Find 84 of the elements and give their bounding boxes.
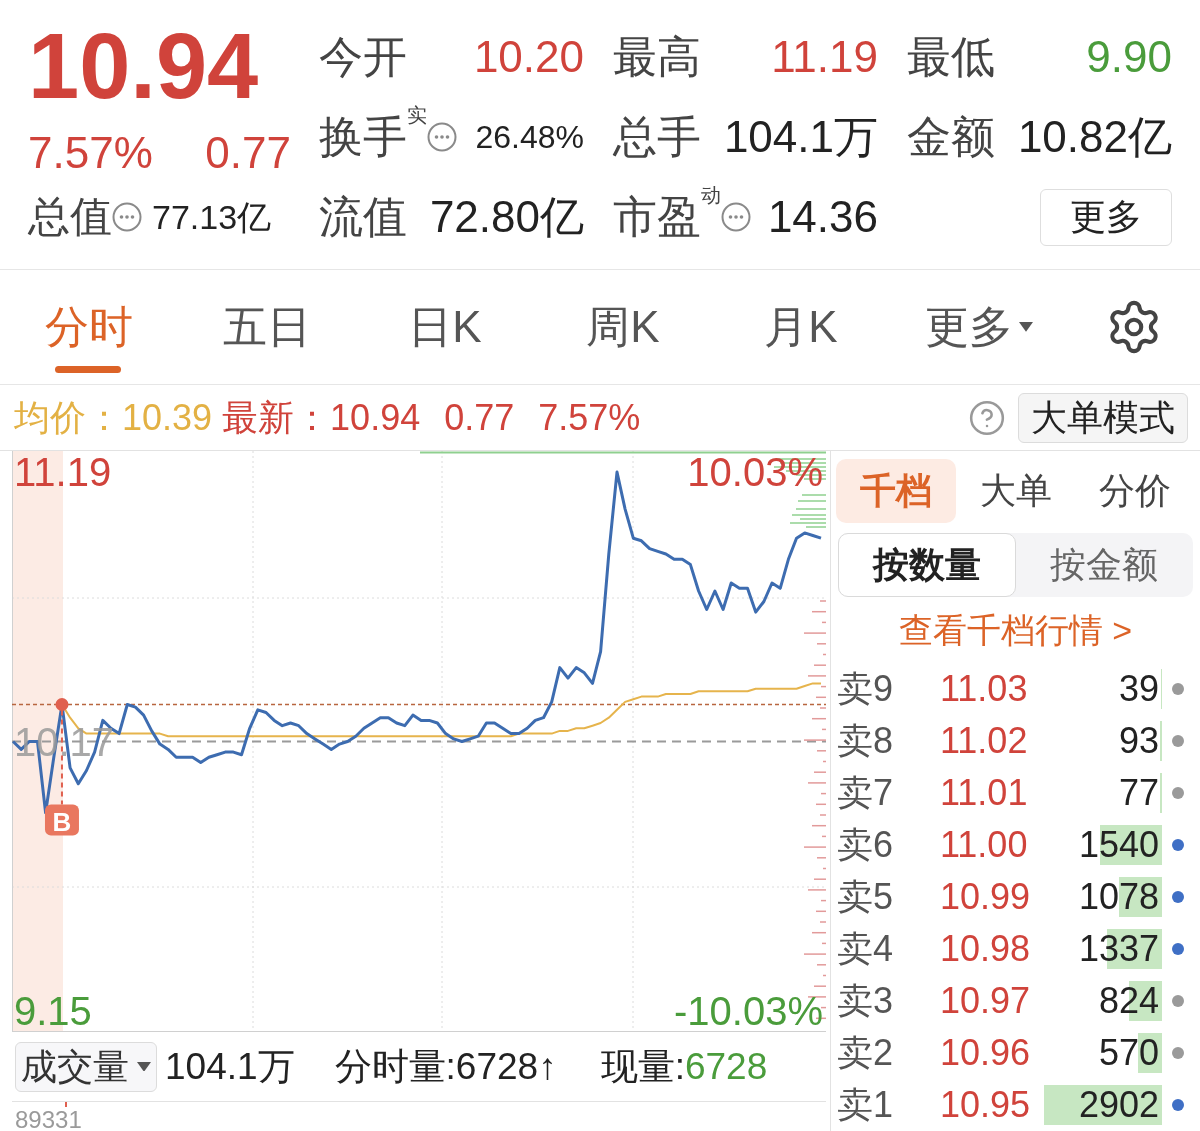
ask-quantity: 1540 — [1078, 830, 1160, 860]
ask-price: 10.96 — [940, 1035, 1032, 1071]
change-percent: 7.57% — [538, 399, 641, 436]
stat-value: 9.90 — [1086, 35, 1172, 79]
ask-level-label: 卖1 — [836, 1087, 895, 1123]
ask-price: 11.03 — [940, 671, 1029, 707]
ask-price: 10.99 — [940, 879, 1032, 915]
change-amount: 0.77 — [205, 131, 291, 175]
ask-level-label: 卖6 — [836, 827, 895, 863]
stat-value: 11.19 — [771, 35, 878, 79]
price-axis-label: 11.19 — [14, 451, 112, 495]
ask-price: 10.98 — [940, 931, 1032, 967]
ask-price: 11.00 — [940, 827, 1029, 863]
stat-label: 今开 — [319, 35, 407, 79]
ellipsis-circle-icon[interactable] — [721, 202, 751, 232]
order-book-tab[interactable]: 大单 — [955, 459, 1076, 523]
mode-option[interactable]: 按数量 — [838, 533, 1016, 597]
period-tab[interactable]: 周K — [534, 270, 712, 384]
ask-quantity: 77 — [1118, 778, 1160, 808]
stat-value: 72.80亿 — [429, 195, 584, 239]
period-tab[interactable]: 日K — [356, 270, 534, 384]
ask-quantity: 93 — [1118, 726, 1160, 756]
depth-quote-link[interactable]: 查看千档行情 > — [898, 613, 1133, 647]
ask-level-label: 卖3 — [836, 983, 895, 1019]
ask-level-label: 卖9 — [836, 671, 895, 707]
average-price: 均价：10.39 — [14, 399, 213, 436]
stat-superscript: 实 — [407, 105, 427, 125]
ask-quantity: 2902 — [1078, 1090, 1160, 1120]
stat-value: 104.1万 — [723, 115, 878, 159]
total-volume: 104.1万 — [165, 1048, 295, 1085]
ask-price: 11.01 — [940, 775, 1029, 811]
stat-value: 14.36 — [767, 195, 878, 239]
ask-price: 10.97 — [940, 983, 1032, 1019]
current-volume-label: 现量: — [600, 1048, 685, 1085]
stat-label: 换手 — [319, 115, 407, 159]
period-tab[interactable]: 更多 — [890, 270, 1068, 384]
caret-icon — [137, 1061, 151, 1072]
stat-value: 10.20 — [473, 35, 584, 79]
ask-level-label: 卖8 — [836, 723, 895, 759]
ask-level-label: 卖7 — [836, 775, 895, 811]
current-volume-value: 6728 — [684, 1048, 768, 1085]
large-order-mode-button[interactable]: 大单模式 — [1018, 392, 1188, 443]
period-tab[interactable]: 分时 — [0, 270, 178, 384]
ask-quantity: 824 — [1098, 986, 1160, 1016]
stat-value: 26.48% — [475, 121, 584, 153]
stat-value: 10.82亿 — [1017, 115, 1172, 159]
percent-axis-label: 10.03% — [687, 451, 823, 495]
ask-quantity: 1337 — [1078, 934, 1160, 964]
ask-quantity: 570 — [1098, 1038, 1160, 1068]
ask-quantity: 1078 — [1078, 882, 1160, 912]
stat-label: 总手 — [613, 115, 701, 159]
stat-label: 最低 — [907, 35, 995, 79]
price-axis-label: 9.15 — [14, 988, 92, 1032]
buy-marker: B — [44, 804, 79, 837]
period-tab[interactable]: 五日 — [178, 270, 356, 384]
ellipsis-circle-icon[interactable] — [112, 202, 142, 232]
stat-label: 金额 — [907, 115, 995, 159]
ask-level-label: 卖2 — [836, 1035, 895, 1071]
stat-value: 77.13亿 — [152, 200, 272, 234]
stat-label: 最高 — [613, 35, 701, 79]
ask-quantity: 39 — [1118, 674, 1160, 704]
latest-price: 最新：10.94 — [222, 399, 421, 436]
indicator-dropdown[interactable]: 成交量 — [15, 1041, 157, 1092]
percent-axis-label: -10.03% — [674, 988, 823, 1032]
stat-label: 总值 — [28, 196, 112, 238]
ask-price: 10.95 — [940, 1087, 1032, 1123]
last-price: 10.94 — [28, 20, 259, 112]
period-tab[interactable]: 月K — [712, 270, 890, 384]
minute-volume: 分时量:6728↑ — [334, 1048, 557, 1085]
marker-dot-icon — [55, 698, 69, 712]
ask-level-label: 卖4 — [836, 931, 895, 967]
stat-label: 流值 — [319, 195, 407, 239]
ask-level-label: 卖5 — [836, 879, 895, 915]
change-amount: 0.77 — [444, 399, 515, 436]
ellipsis-circle-icon[interactable] — [427, 122, 457, 152]
ask-price: 11.02 — [940, 723, 1029, 759]
stat-label: 市盈 — [613, 195, 701, 239]
volume-axis-label: 89331 — [15, 1109, 82, 1131]
change-percent: 7.57% — [28, 131, 153, 175]
help-icon[interactable] — [968, 398, 1006, 437]
stat-superscript: 动 — [701, 185, 721, 205]
order-book-tab[interactable]: 分价 — [1075, 459, 1195, 523]
more-button[interactable]: 更多 — [1040, 188, 1172, 246]
mode-option[interactable]: 按金额 — [1015, 533, 1193, 597]
